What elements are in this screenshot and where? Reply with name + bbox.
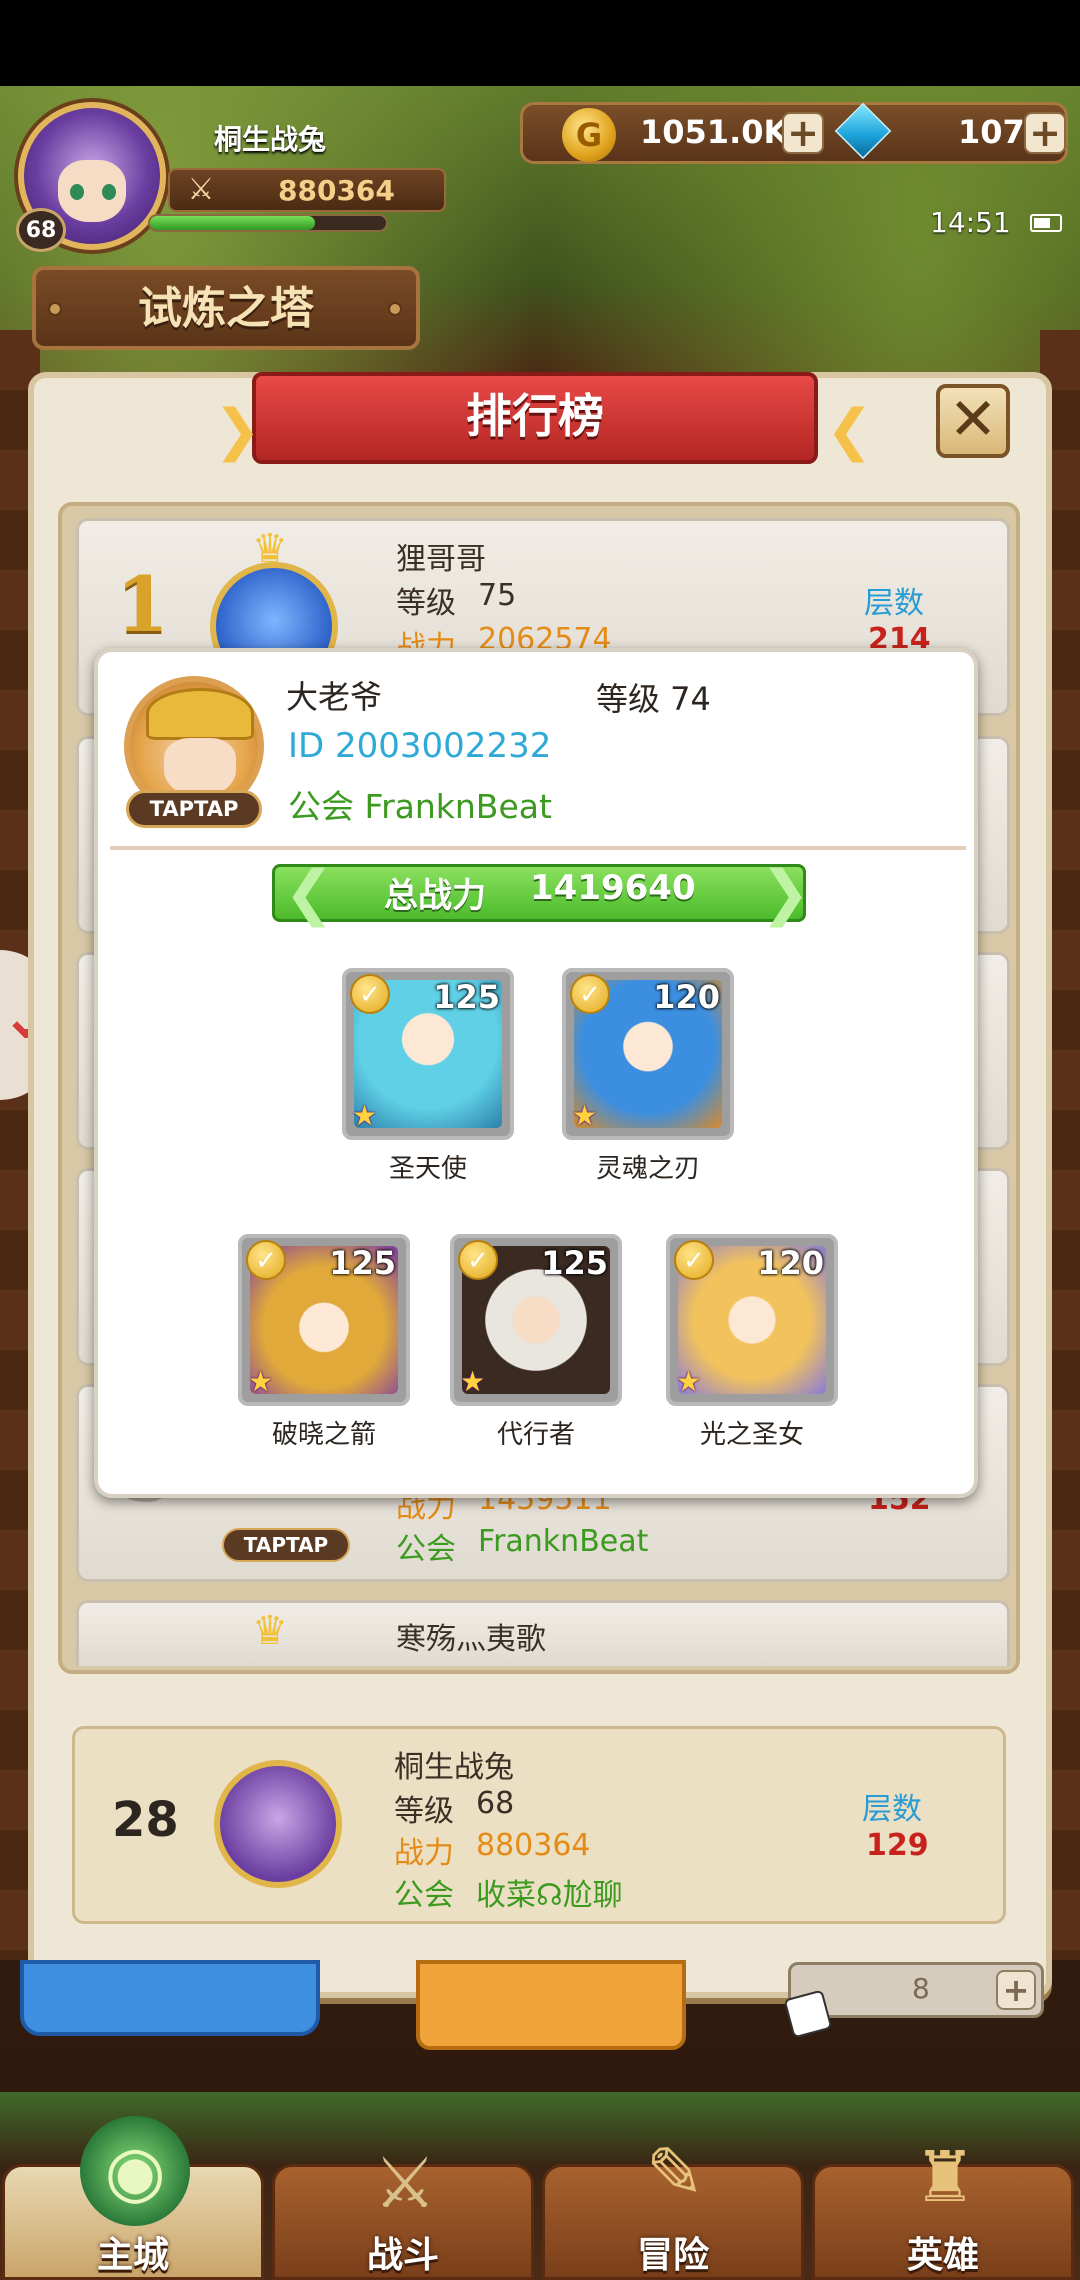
hero-name: 破晓之箭	[271, 1420, 376, 1450]
avatar-helmet	[146, 688, 254, 740]
nav-label: 冒险	[636, 2235, 709, 2276]
row-floor-label: 层数	[864, 586, 924, 621]
check-badge-icon: ✓	[458, 1240, 498, 1280]
hero-name: 灵魂之刃	[595, 1154, 700, 1184]
player-level-badge: 68	[16, 208, 66, 252]
add-gold-button[interactable]: +	[782, 112, 824, 154]
nav-label: 战斗	[366, 2235, 439, 2276]
total-power-value: 1419640	[530, 868, 696, 908]
scroll-map-icon: ✎	[645, 2132, 705, 2214]
popup-player-guild: 公会 FranknBeat	[288, 787, 552, 826]
hero-card[interactable]: ✓ 125 ★	[238, 1234, 410, 1406]
hero-level: 125	[329, 1244, 396, 1282]
ribbon-chevron-icon: ❮	[826, 398, 873, 463]
my-level-label: 等级	[394, 1794, 454, 1829]
row-guild: FranknBeat	[478, 1524, 649, 1559]
nav-label: 主城	[96, 2235, 169, 2276]
row-level: 75	[478, 578, 517, 613]
hero-level: 120	[653, 978, 720, 1016]
player-power-value: 880364	[278, 174, 395, 207]
check-badge-icon: ✓	[350, 974, 390, 1014]
player-name: 桐生战兔	[214, 123, 327, 156]
star-icon: ★	[352, 1099, 378, 1132]
nav-label: 英雄	[906, 2235, 979, 2276]
xp-bar-fill	[150, 216, 315, 230]
gold-amount: 1051.0K	[640, 113, 789, 151]
row-rank: 1	[116, 560, 169, 649]
crossed-swords-icon: ⚔	[187, 172, 215, 207]
hero-card[interactable]: ✓ 120 ★	[562, 968, 734, 1140]
clock: 14:51	[930, 206, 1011, 239]
stage-title: 试炼之塔	[138, 283, 314, 334]
my-avatar	[214, 1760, 342, 1888]
my-name: 桐生战兔	[394, 1750, 514, 1785]
status-bar	[0, 0, 1080, 86]
hero-name: 代行者	[496, 1420, 575, 1450]
dice-count: 8	[912, 1972, 930, 2005]
taptap-badge: TAPTAP	[222, 1528, 350, 1562]
my-guild: 收菜☊尬聊	[476, 1878, 623, 1913]
my-floor: 129	[866, 1828, 929, 1863]
avatar-eye	[70, 184, 84, 200]
my-level: 68	[476, 1786, 515, 1821]
my-power-label: 战力	[394, 1836, 454, 1871]
hero-name: 光之圣女	[699, 1420, 804, 1450]
hero-name: 圣天使	[388, 1154, 467, 1184]
battery-level	[1034, 218, 1050, 228]
background-button	[416, 1960, 686, 2050]
check-badge-icon: ✓	[570, 974, 610, 1014]
popup-player-id: ID 2003002232	[288, 726, 552, 766]
crown-icon: ♛	[252, 1608, 288, 1654]
check-badge-icon: ✓	[674, 1240, 714, 1280]
check-badge-icon: ✓	[246, 1240, 286, 1280]
hero-level: 125	[433, 978, 500, 1016]
add-dice-button: +	[996, 1970, 1036, 2010]
star-icon: ★	[572, 1099, 598, 1132]
gold-coin-icon: G	[562, 108, 616, 162]
popup-player-level: 等级 74	[596, 680, 711, 718]
gem-amount: 107	[958, 113, 1025, 151]
close-button[interactable]: ✕	[936, 384, 1010, 458]
star-icon: ★	[248, 1365, 274, 1398]
hero-level: 120	[757, 1244, 824, 1282]
taptap-badge: TAPTAP	[126, 790, 262, 828]
hero-card[interactable]: ✓ 125 ★	[342, 968, 514, 1140]
hero-card[interactable]: ✓ 125 ★	[450, 1234, 622, 1406]
my-floor-label: 层数	[862, 1792, 922, 1827]
crossed-swords-icon: ⚔	[373, 2142, 437, 2224]
my-rank: 28	[112, 1792, 179, 1848]
castle-icon: ◉	[80, 2116, 190, 2226]
avatar-face	[164, 738, 236, 796]
row-level-label: 等级	[396, 586, 456, 621]
banner-chevron-icon: ❯	[760, 858, 811, 928]
row-name: 狸哥哥	[396, 542, 486, 577]
my-power: 880364	[476, 1828, 591, 1863]
row-guild-label: 公会	[396, 1532, 456, 1567]
divider	[110, 846, 966, 850]
row-name: 寒殇灬夷歌	[396, 1622, 546, 1657]
popup-player-name: 大老爷	[286, 678, 383, 716]
avatar-eye	[102, 184, 116, 200]
total-power-label: 总战力	[384, 876, 486, 916]
add-gems-button[interactable]: +	[1024, 112, 1066, 154]
background-button	[20, 1960, 320, 2036]
star-icon: ★	[460, 1365, 486, 1398]
hero-card[interactable]: ✓ 120 ★	[666, 1234, 838, 1406]
helmet-icon: ♜	[913, 2136, 977, 2218]
leaderboard-title: 排行榜	[466, 389, 604, 443]
hero-level: 125	[541, 1244, 608, 1282]
my-guild-label: 公会	[394, 1878, 454, 1913]
star-icon: ★	[676, 1365, 702, 1398]
banner-chevron-icon: ❮	[284, 858, 335, 928]
